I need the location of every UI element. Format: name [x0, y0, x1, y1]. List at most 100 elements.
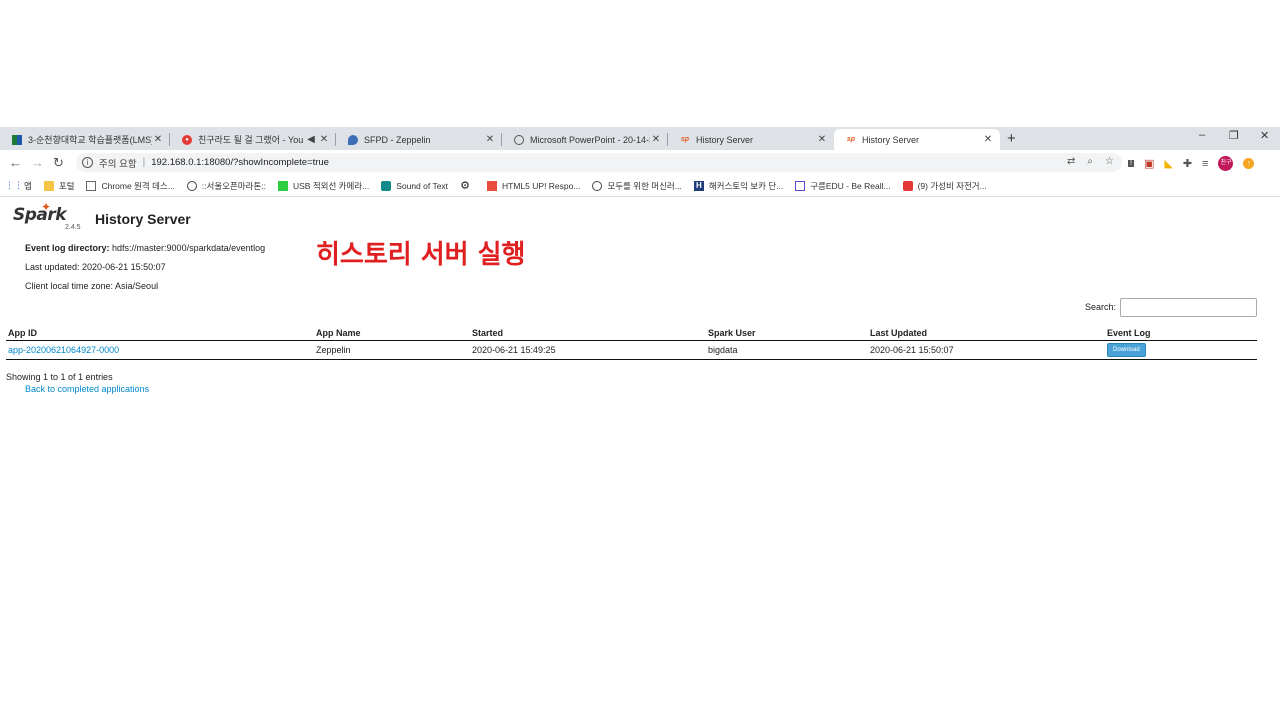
- spark-logo-text: Spark: [13, 205, 67, 225]
- zoom-icon[interactable]: ⌕: [1087, 156, 1093, 167]
- bookmark-label: 구름EDU - Be Reall...: [810, 180, 891, 191]
- spark-user-cell: bigdata: [706, 340, 868, 360]
- minimize-button[interactable]: –: [1199, 129, 1205, 141]
- spark-star-icon: ✦: [41, 200, 52, 214]
- zeppelin-icon: [348, 134, 358, 145]
- forward-arrow-icon[interactable]: →: [31, 155, 44, 170]
- tab-lms[interactable]: 3-순천향대학교 학습플랫폼(LMS) ✕: [0, 129, 170, 150]
- bookmark-ml[interactable]: 모두를 위한 머신러...: [592, 180, 682, 192]
- bookmark-hackers[interactable]: H 해커스토익 보카 단...: [693, 180, 783, 192]
- bookmark-label: USB 적외선 카메라...: [292, 180, 370, 191]
- bookmark-usb-camera[interactable]: USB 적외선 카메라...: [277, 180, 370, 192]
- info-icon[interactable]: i: [82, 157, 93, 168]
- tab-powerpoint[interactable]: Microsoft PowerPoint - 20-14-S ✕: [502, 129, 668, 150]
- close-icon[interactable]: ✕: [484, 134, 496, 145]
- bookmark-goorm[interactable]: 구름EDU - Be Reall...: [795, 180, 891, 192]
- youtube-icon: ●: [182, 134, 192, 145]
- bookmark-sound-of-text[interactable]: Sound of Text: [381, 180, 448, 191]
- close-icon[interactable]: ✕: [982, 134, 994, 145]
- address-bar[interactable]: i 주의 요함 | 192.168.0.1:18080/?showIncompl…: [76, 153, 1122, 172]
- entries-info: Showing 1 to 1 of 1 entries: [6, 372, 113, 382]
- chrome-remote-icon: [86, 180, 97, 191]
- app-name-cell: Zeppelin: [314, 340, 470, 360]
- column-header-started[interactable]: Started: [470, 322, 706, 341]
- extensions-area: ! ▣ ◣ ✚ ≡ 친구 ↑: [1128, 156, 1255, 171]
- tab-title: Microsoft PowerPoint - 20-14-S: [530, 134, 650, 145]
- url-text[interactable]: 192.168.0.1:18080/?showIncomplete=true: [151, 157, 329, 168]
- bookmark-html5up[interactable]: HTML5 UP! Respo...: [487, 180, 580, 191]
- security-warning[interactable]: 주의 요함: [99, 156, 137, 170]
- profile-avatar[interactable]: 친구: [1218, 156, 1234, 171]
- column-header-spark-user[interactable]: Spark User: [706, 322, 868, 341]
- column-header-app-id[interactable]: App ID: [6, 322, 314, 341]
- spark-version: 2.4.5: [65, 224, 81, 231]
- tab-history-server-2[interactable]: sp History Server ✕: [834, 129, 1000, 150]
- spark-icon: sp: [846, 136, 856, 143]
- usb-icon: [277, 180, 288, 191]
- bookmark-portal[interactable]: 포털: [43, 180, 74, 192]
- sound-icon: [381, 180, 392, 191]
- close-icon[interactable]: ✕: [816, 134, 828, 145]
- back-to-completed-link[interactable]: Back to completed applications: [25, 384, 149, 394]
- spark-logo[interactable]: Spark ✦ 2.4.5: [13, 200, 81, 231]
- back-arrow-icon[interactable]: ←: [9, 155, 22, 170]
- speaker-icon[interactable]: ◀: [304, 134, 318, 145]
- app-id-link[interactable]: app-20200621064927-0000: [8, 345, 119, 355]
- bookmark-label: 앱: [24, 180, 32, 191]
- bookmark-marathon[interactable]: ::서울오픈마라톤::: [186, 180, 266, 192]
- update-icon[interactable]: ↑: [1243, 158, 1255, 169]
- close-icon[interactable]: ✕: [318, 134, 330, 145]
- pen-icon[interactable]: ◣: [1164, 157, 1172, 170]
- event-log-cell: Download: [1105, 340, 1257, 360]
- table-row: app-20200621064927-0000 Zeppelin 2020-06…: [6, 340, 1257, 360]
- column-header-app-name[interactable]: App Name: [314, 322, 470, 341]
- cast-icon[interactable]: ▣: [1144, 157, 1154, 170]
- event-log-label: Event log directory:: [25, 243, 110, 253]
- reading-list-icon[interactable]: ≡: [1202, 158, 1208, 170]
- reload-icon[interactable]: ↻: [53, 155, 64, 171]
- folder-icon: [43, 180, 54, 191]
- bookmark-chrome-remote[interactable]: Chrome 원격 데스...: [86, 180, 175, 192]
- restore-button[interactable]: ❐: [1229, 129, 1239, 142]
- last-updated-cell: 2020-06-21 15:50:07: [868, 340, 1105, 360]
- close-icon[interactable]: ✕: [152, 134, 164, 145]
- extension-icon[interactable]: !: [1128, 160, 1134, 167]
- address-bar-icons: ⇄ ⌕ ☆: [1067, 156, 1114, 167]
- html5up-icon: [487, 180, 498, 191]
- bookmarks-bar: ⋮⋮ 앱 포털 Chrome 원격 데스... ::서울오픈마라톤:: USB …: [0, 175, 1280, 197]
- download-button[interactable]: Download: [1107, 342, 1146, 357]
- annotation-text: 히스토리 서버 실행: [316, 240, 526, 270]
- tab-title: History Server: [696, 134, 754, 145]
- tab-youtube[interactable]: ● 친구라도 될 걸 그랬어 - You ◀ ✕: [170, 129, 336, 150]
- puzzle-icon[interactable]: ✚: [1183, 157, 1192, 170]
- column-header-event-log[interactable]: Event Log: [1105, 322, 1257, 341]
- translate-icon[interactable]: ⇄: [1067, 156, 1075, 167]
- page-title: History Server: [95, 211, 191, 227]
- applications-table: App ID App Name Started Spark User Last …: [6, 322, 1257, 360]
- bookmark-label: (9) 가성비 자전거...: [917, 180, 987, 191]
- browser-toolbar: ← → ↻ i 주의 요함 | 192.168.0.1:18080/?showI…: [0, 150, 1280, 175]
- column-header-last-updated[interactable]: Last Updated: [868, 322, 1105, 341]
- bookmark-bicycle[interactable]: (9) 가성비 자전거...: [902, 180, 987, 192]
- tab-zeppelin[interactable]: SFPD - Zeppelin ✕: [336, 129, 502, 150]
- apps-icon: ⋮⋮: [5, 180, 23, 190]
- search-input[interactable]: [1120, 298, 1257, 317]
- table-header-row: App ID App Name Started Spark User Last …: [6, 322, 1257, 341]
- bookmark-settings[interactable]: ⚙: [460, 180, 475, 192]
- tab-history-server-1[interactable]: sp History Server ✕: [668, 129, 834, 150]
- tab-title: 친구라도 될 걸 그랬어 - You: [198, 135, 304, 145]
- close-window-button[interactable]: ✕: [1260, 129, 1269, 142]
- client-timezone: Client local time zone: Asia/Seoul: [25, 281, 159, 291]
- tab-title: SFPD - Zeppelin: [364, 134, 431, 145]
- spark-icon: sp: [680, 136, 690, 143]
- tab-title: History Server: [862, 134, 920, 145]
- globe-icon: [186, 180, 197, 191]
- close-icon[interactable]: ✕: [650, 134, 662, 145]
- bookmark-label: 모두를 위한 머신러...: [607, 180, 682, 191]
- bookmark-apps[interactable]: ⋮⋮ 앱: [5, 180, 32, 192]
- search-label: Search:: [1085, 302, 1117, 312]
- event-log-value: hdfs://master:9000/sparkdata/eventlog: [112, 243, 266, 253]
- lms-icon: [12, 134, 22, 145]
- new-tab-button[interactable]: +: [1007, 130, 1016, 147]
- bookmark-star-icon[interactable]: ☆: [1105, 156, 1114, 167]
